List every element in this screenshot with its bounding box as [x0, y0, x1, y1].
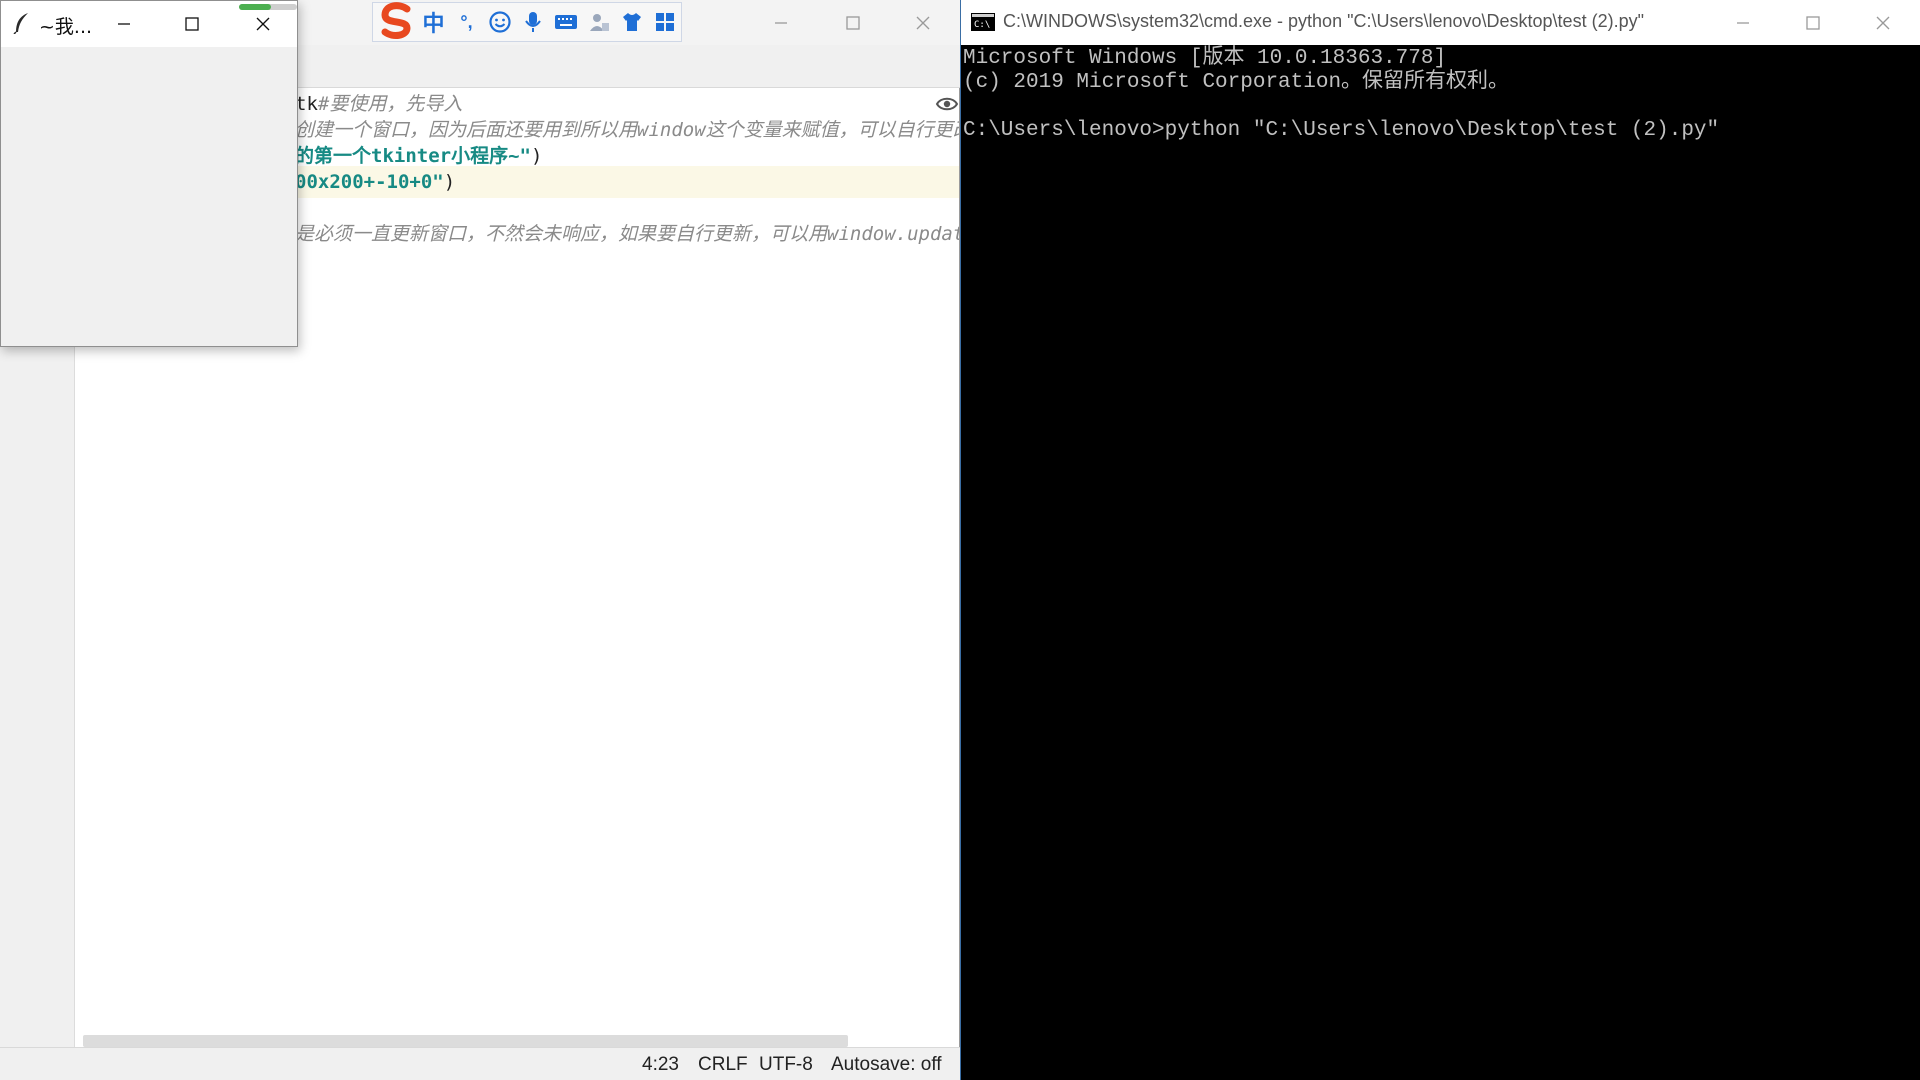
cmd-close-button[interactable]: [1848, 0, 1918, 45]
cmd-minimize-button[interactable]: [1708, 0, 1778, 45]
ime-language-toggle[interactable]: 中: [417, 5, 450, 39]
cmd-console-output[interactable]: Microsoft Windows [版本 10.0.18363.778] (c…: [961, 45, 1920, 1080]
maximize-icon: [1806, 15, 1820, 30]
ime-toolbar: 中 °,: [372, 2, 682, 42]
close-icon: [916, 16, 930, 29]
cmd-titlebar[interactable]: C:\ C:\WINDOWS\system32\cmd.exe - python…: [961, 0, 1920, 45]
autosave-status[interactable]: Autosave: off: [831, 1054, 942, 1076]
tkinter-titlebar[interactable]: ~我...: [1, 1, 297, 47]
feather-icon: [13, 13, 28, 34]
code-token: #要使用，先导入: [317, 93, 463, 115]
code-token: 是必须一直更新窗口，不然会未响应，如果要自行更新，可以用window.updat…: [295, 223, 959, 245]
maximize-icon: [185, 17, 199, 31]
editor-minimize-button[interactable]: [746, 0, 816, 45]
minimize-icon: [775, 21, 787, 24]
code-token: ): [530, 145, 543, 167]
code-token: 的第一个tkinter小程序~": [295, 145, 531, 167]
toolbox-grid-icon[interactable]: [648, 5, 681, 39]
editor-close-button[interactable]: [888, 0, 958, 45]
close-icon: [256, 17, 270, 31]
code-token: ): [443, 171, 456, 193]
code-line-text: 是必须一直更新窗口，不然会未响应，如果要自行更新，可以用window.updat…: [295, 218, 959, 250]
tk-maximize-button[interactable]: [157, 1, 227, 47]
cursor-position[interactable]: 4:23: [642, 1054, 679, 1076]
code-token: tk: [295, 93, 318, 115]
ime-punctuation-toggle[interactable]: °,: [450, 5, 483, 39]
console-line: Microsoft Windows [版本 10.0.18363.778]: [963, 47, 1447, 70]
console-line: C:\Users\lenovo>python "C:\Users\lenovo\…: [963, 119, 1720, 142]
code-token: 00x200+-10+0": [295, 171, 444, 193]
sogou-logo-icon[interactable]: [377, 1, 417, 41]
command-prompt-icon: C:\: [971, 13, 995, 31]
keyboard-icon[interactable]: [549, 5, 582, 39]
minimize-icon: [1737, 21, 1749, 24]
editor-maximize-button[interactable]: [818, 0, 888, 45]
line-ending[interactable]: CRLF: [698, 1054, 748, 1076]
minimize-icon: [118, 23, 130, 25]
microphone-icon[interactable]: [516, 5, 549, 39]
cmd-maximize-button[interactable]: [1778, 0, 1848, 45]
tk-close-button[interactable]: [228, 1, 298, 47]
close-icon: [1876, 16, 1890, 29]
user-icon[interactable]: [582, 5, 615, 39]
status-bar: 4:23 CRLF UTF-8 Autosave: off: [0, 1047, 960, 1080]
code-token: 创建一个窗口，因为后面还要用到所以用window这个变量来赋值，可以自行更改: [295, 119, 959, 141]
tkinter-window-title: ~我...: [39, 16, 93, 38]
tk-minimize-button[interactable]: [89, 1, 159, 47]
console-line: (c) 2019 Microsoft Corporation。保留所有权利。: [963, 71, 1510, 94]
tkinter-window[interactable]: ~我...: [0, 0, 298, 347]
horizontal-scrollbar[interactable]: [83, 1035, 848, 1047]
file-encoding[interactable]: UTF-8: [759, 1054, 813, 1076]
skin-shirt-icon[interactable]: [615, 5, 648, 39]
cmd-window[interactable]: C:\ C:\WINDOWS\system32\cmd.exe - python…: [960, 0, 1920, 1080]
emoji-icon[interactable]: [483, 5, 516, 39]
maximize-icon: [846, 15, 860, 30]
cmd-window-title: C:\WINDOWS\system32\cmd.exe - python "C:…: [1003, 11, 1644, 31]
svg-text:C:\: C:\: [974, 20, 990, 30]
